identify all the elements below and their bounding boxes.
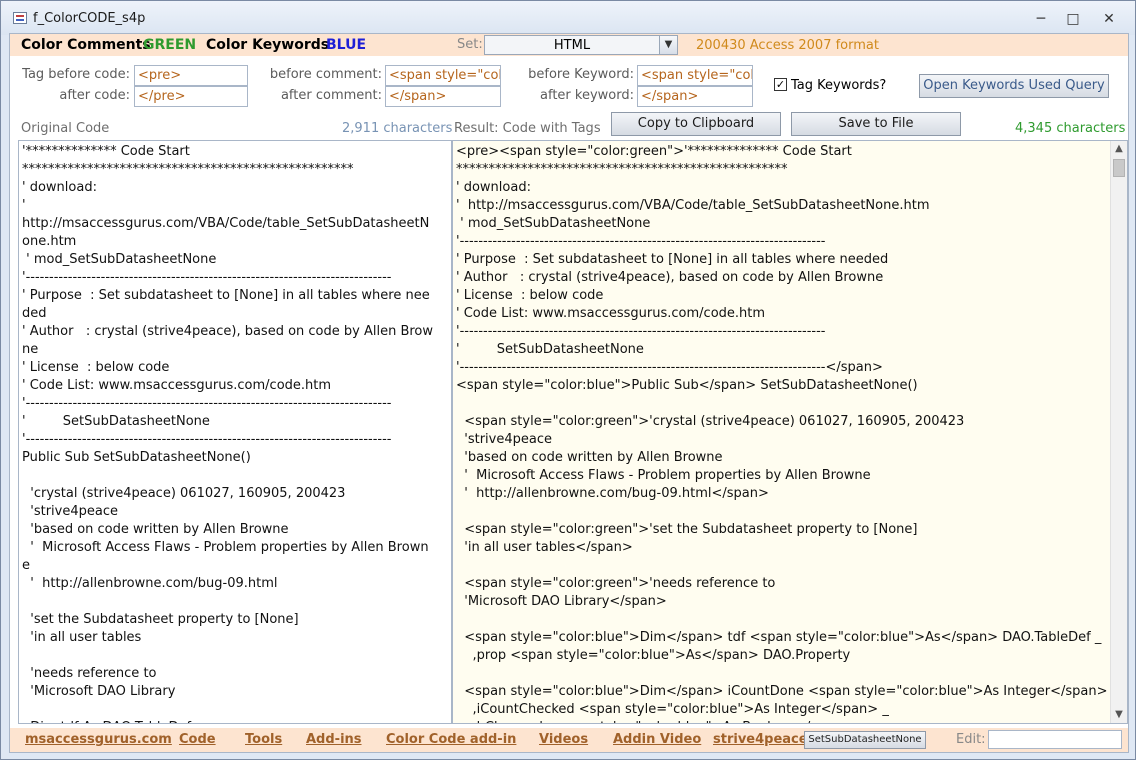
set-label: Set: — [457, 37, 483, 52]
tag-before-code-label: Tag before code: — [22, 67, 130, 82]
after-comment-field[interactable]: </span> — [385, 86, 501, 107]
color-comments-value: GREEN — [143, 37, 197, 53]
original-code-label: Original Code — [21, 121, 110, 136]
before-comment-field[interactable]: <span style="colo — [385, 65, 501, 86]
after-comment-label: after comment: — [280, 88, 382, 103]
link-strive4peace[interactable]: strive4peace — [713, 732, 808, 747]
title-bar: f_ColorCODE_s4p ─ □ ✕ — [1, 1, 1135, 35]
link-addin-video[interactable]: Addin Video — [613, 732, 701, 747]
before-keyword-field[interactable]: <span style="colo — [637, 65, 753, 86]
app-window: f_ColorCODE_s4p ─ □ ✕ Color Comments GRE… — [0, 0, 1136, 760]
after-keyword-label: after keyword: — [540, 88, 634, 103]
result-code-textbox[interactable]: <pre><span style="color:green">'********… — [452, 140, 1128, 724]
link-tools[interactable]: Tools — [245, 732, 282, 747]
set-combo-value: HTML — [553, 38, 591, 53]
link-msaccessgurus[interactable]: msaccessgurus.com — [25, 732, 172, 747]
version-note: 200430 Access 2007 format — [696, 38, 879, 53]
maximize-button[interactable]: □ — [1059, 9, 1087, 29]
result-code-label: Result: Code with Tags — [454, 121, 601, 136]
link-code[interactable]: Code — [179, 732, 216, 747]
edit-field[interactable] — [988, 730, 1122, 749]
scroll-down-icon[interactable]: ▼ — [1111, 707, 1127, 723]
tag-keywords-checkbox[interactable]: ✓ — [774, 78, 787, 91]
procedure-name-button[interactable]: SetSubDatasheetNone — [804, 731, 926, 749]
tag-keywords-label: Tag Keywords? — [791, 78, 887, 93]
vertical-scrollbar[interactable]: ▲ ▼ — [1110, 141, 1127, 723]
after-keyword-field[interactable]: </span> — [637, 86, 753, 107]
original-char-count: 2,911 characters — [342, 121, 453, 136]
minimize-button[interactable]: ─ — [1027, 9, 1055, 29]
chevron-down-icon[interactable]: ▼ — [659, 36, 677, 54]
link-videos[interactable]: Videos — [539, 732, 588, 747]
color-comments-label: Color Comments — [21, 37, 151, 53]
after-code-field[interactable]: </pre> — [134, 86, 248, 107]
scroll-up-icon[interactable]: ▲ — [1111, 141, 1127, 157]
form-body: Color Comments GREEN Color Keywords BLUE… — [9, 33, 1129, 753]
scroll-thumb[interactable] — [1113, 159, 1125, 177]
color-keywords-value: BLUE — [326, 37, 367, 53]
link-color-code-add-in[interactable]: Color Code add-in — [386, 732, 516, 747]
link-add-ins[interactable]: Add-ins — [306, 732, 362, 747]
result-char-count: 4,345 characters — [1015, 121, 1126, 136]
close-button[interactable]: ✕ — [1095, 9, 1123, 29]
form-icon — [13, 12, 27, 24]
result-code-text: <pre><span style="color:green">'********… — [456, 144, 1118, 723]
save-to-file-button[interactable]: Save to File — [791, 112, 961, 136]
open-keywords-query-button[interactable]: Open Keywords Used Query — [919, 74, 1109, 98]
copy-to-clipboard-button[interactable]: Copy to Clipboard — [611, 112, 781, 136]
footer-band: msaccessgurus.com Code Tools Add-ins Col… — [10, 728, 1128, 752]
before-comment-label: before comment: — [269, 67, 382, 82]
window-title: f_ColorCODE_s4p — [33, 11, 146, 26]
color-keywords-label: Color Keywords — [206, 37, 330, 53]
original-code-textbox[interactable]: '************** Code Start *************… — [18, 140, 452, 724]
tag-before-code-field[interactable]: <pre> — [134, 65, 248, 86]
after-code-label: after code: — [59, 88, 130, 103]
before-keyword-label: before Keyword: — [528, 67, 634, 82]
set-combo[interactable]: HTML ▼ — [484, 35, 678, 55]
header-band: Color Comments GREEN Color Keywords BLUE… — [10, 34, 1128, 56]
edit-label: Edit: — [956, 732, 986, 747]
original-code-text: '************** Code Start *************… — [22, 144, 434, 723]
